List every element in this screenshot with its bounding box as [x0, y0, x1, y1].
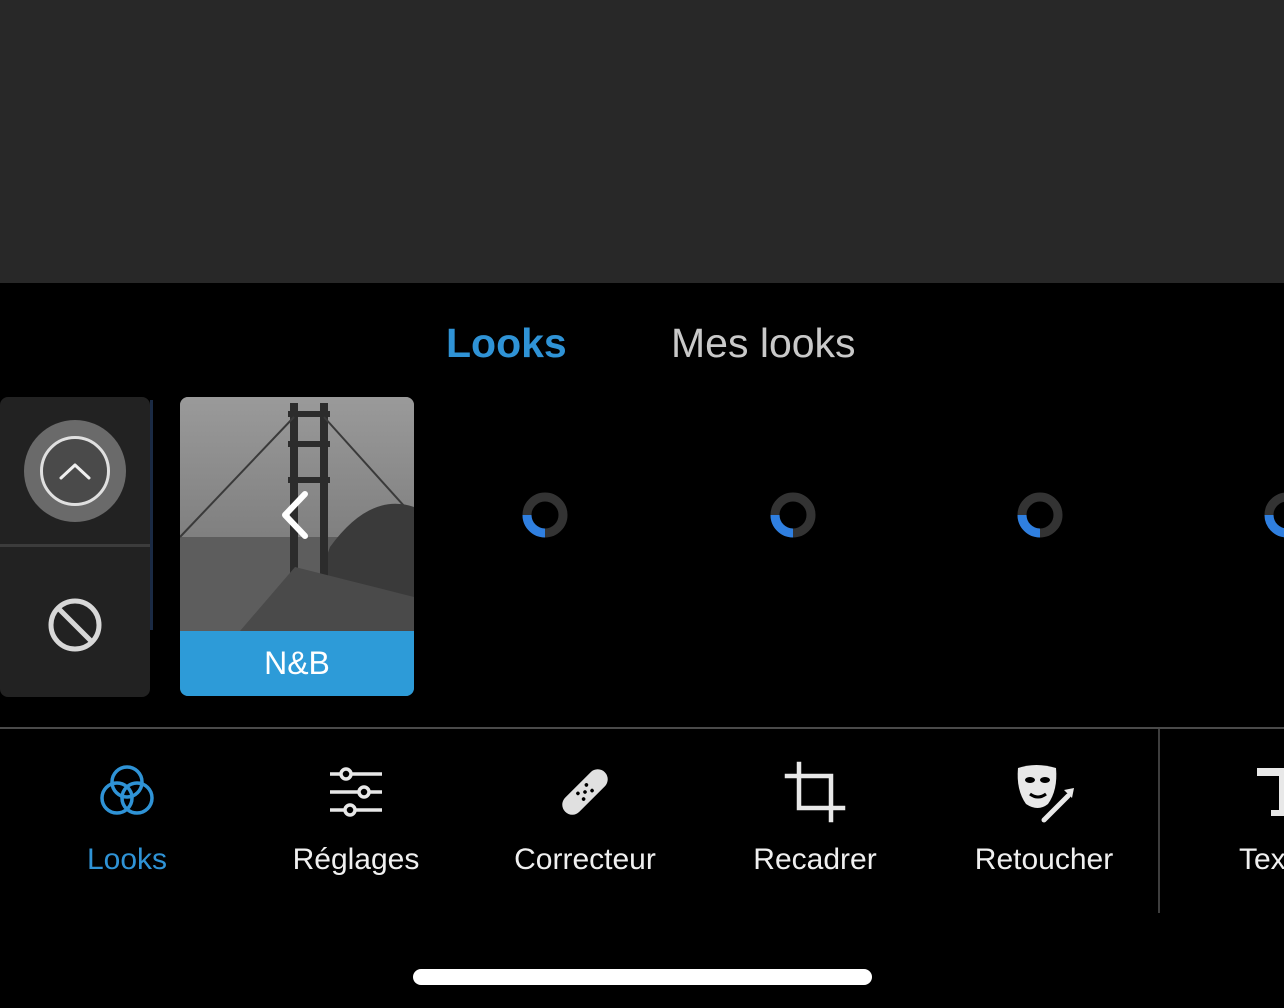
loading-spinner-icon — [1264, 492, 1284, 538]
toolbar-divider — [0, 727, 1284, 729]
image-canvas — [0, 0, 1284, 283]
preset-card-nb[interactable]: N&B — [180, 397, 414, 696]
sliders-icon — [330, 767, 382, 817]
side-panel-divider — [0, 544, 150, 547]
home-indicator[interactable] — [413, 969, 872, 985]
tool-label: Réglages — [292, 843, 420, 876]
tool-recadrer[interactable]: Recadrer — [715, 760, 915, 890]
three-circles-icon — [100, 765, 154, 815]
loading-spinner-icon — [1017, 492, 1063, 538]
preset-side-panel — [0, 397, 150, 697]
tool-label: Correcteur — [514, 843, 656, 876]
tool-label: Looks — [86, 843, 168, 876]
mask-brush-icon — [1017, 765, 1074, 823]
tool-reglages[interactable]: Réglages — [256, 760, 456, 890]
toolbar-separator — [1158, 729, 1160, 913]
tool-looks[interactable]: Looks — [27, 760, 227, 890]
bandage-icon — [562, 769, 608, 815]
tool-label: Retoucher — [974, 843, 1114, 876]
expand-presets-button[interactable] — [24, 420, 126, 522]
tab-mes-looks[interactable]: Mes looks — [671, 319, 856, 367]
remove-look-button[interactable] — [46, 596, 104, 654]
no-symbol-icon — [48, 598, 102, 652]
loading-spinner-icon — [770, 492, 816, 538]
tab-looks[interactable]: Looks — [446, 319, 567, 367]
back-button[interactable] — [273, 488, 317, 542]
text-icon — [1257, 768, 1284, 816]
tool-texte[interactable]: Texte — [1173, 760, 1284, 890]
tool-label: Recadrer — [753, 843, 877, 876]
looks-tabs: Looks Mes looks — [0, 283, 1284, 395]
tool-correcteur[interactable]: Correcteur — [485, 760, 685, 890]
crop-icon — [784, 761, 846, 823]
tool-label: Texte — [1239, 843, 1284, 876]
app-root: Looks Mes looks N&B Looks Réglages Corre… — [0, 0, 1284, 1008]
tool-retoucher[interactable]: Retoucher — [944, 760, 1144, 890]
panel-edge-strip — [150, 400, 153, 630]
preset-label: N&B — [180, 631, 414, 696]
chevron-up-circle-icon — [40, 436, 110, 506]
chevron-left-icon — [282, 491, 308, 539]
loading-spinner-icon — [522, 492, 568, 538]
